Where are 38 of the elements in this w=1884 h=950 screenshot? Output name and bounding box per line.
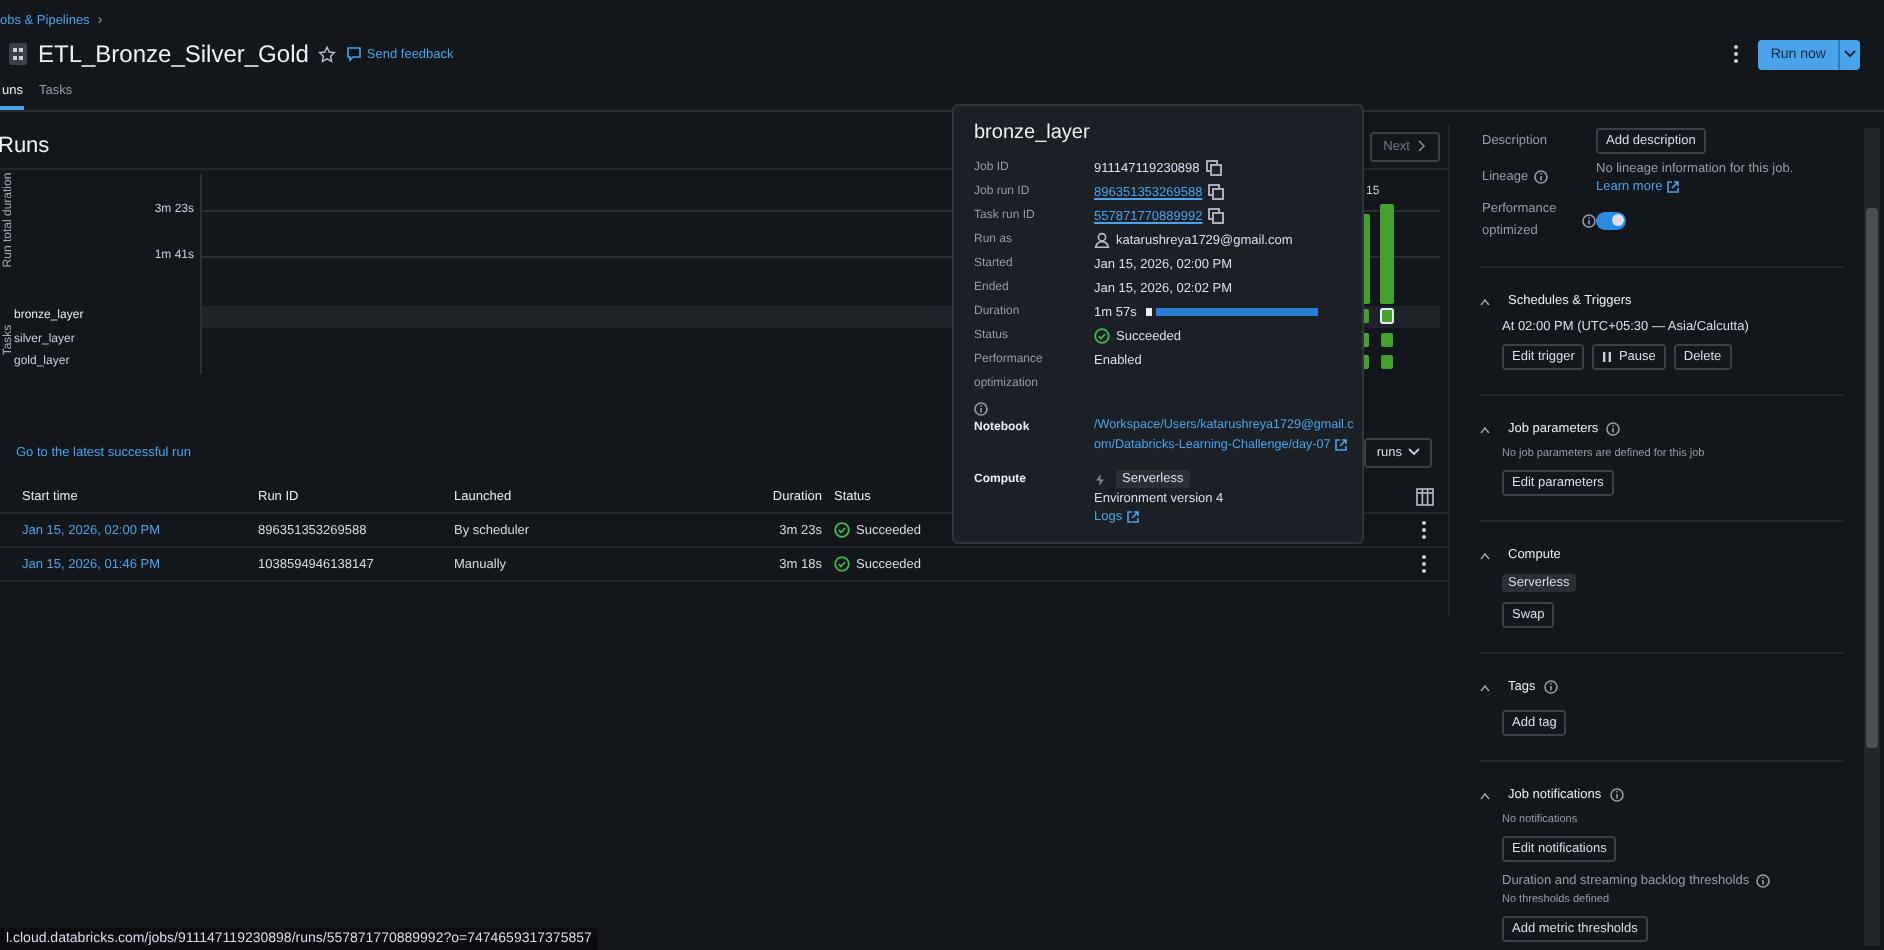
collapse-icon[interactable] [1480,425,1490,433]
copy-icon[interactable] [1208,184,1225,200]
pause-icon [1602,352,1613,362]
collapse-icon[interactable] [1480,791,1490,799]
run-bar-column[interactable] [1380,204,1394,369]
row-actions-icon[interactable] [1420,554,1428,574]
lightning-icon [1094,473,1106,485]
user-icon [1094,232,1110,248]
info-icon [1582,213,1596,227]
external-link-icon [1126,510,1141,524]
info-icon [1755,874,1770,888]
copy-icon[interactable] [1208,208,1225,224]
check-circle-icon [834,556,850,572]
toggle-switch[interactable] [1596,211,1626,229]
columns-icon[interactable] [1415,487,1433,505]
collapse-icon[interactable] [1480,551,1490,559]
caret-icon [1408,448,1420,456]
star-icon[interactable] [318,45,337,63]
speech-bubble-icon [346,46,363,62]
check-circle-icon [1094,328,1110,344]
job-icon [8,42,28,66]
info-icon [1534,169,1549,183]
run-options-button[interactable] [1838,39,1860,69]
info-icon [974,402,988,416]
chevron-right-icon [1418,140,1426,152]
row-actions-icon[interactable] [1420,520,1428,540]
job-title: ETL_Bronze_Silver_Gold [38,40,309,68]
copy-icon[interactable] [1205,160,1222,176]
collapse-icon[interactable] [1480,683,1490,691]
section-heading: Runs [0,134,50,158]
external-link-icon [1334,437,1349,452]
check-circle-icon [834,522,850,538]
scrollbar[interactable] [1864,128,1880,946]
collapse-icon[interactable] [1480,297,1490,305]
external-link-icon [1666,180,1681,194]
popover-title: bronze_layer [974,122,1092,144]
caret-icon [1844,50,1856,58]
more-options-icon[interactable] [1732,44,1741,64]
